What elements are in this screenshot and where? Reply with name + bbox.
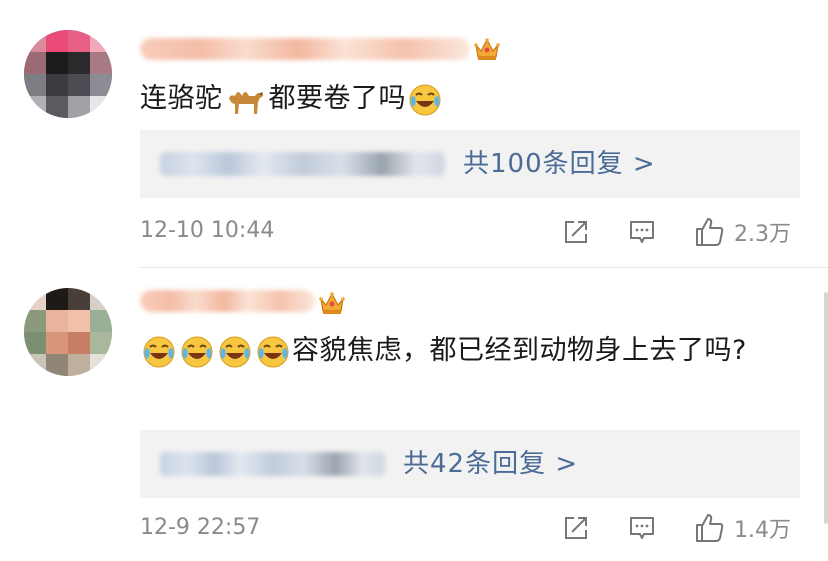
crown-badge-icon [319,292,345,314]
thumbs-up-icon [696,514,724,542]
comment-button[interactable] [628,514,656,542]
like-count: 1.4万 [734,518,791,543]
share-button[interactable] [562,218,590,246]
share-icon [565,517,587,539]
view-replies-link[interactable]: 共100条回复 > [463,147,656,181]
laugh-cry-emoji [257,336,289,367]
replies-box[interactable]: 共42条回复 > [140,430,800,498]
comment-item: 容貌焦虑，都已经到动物身上去了吗? 共42条回复 > 12-9 22:57 1.… [0,268,828,561]
laugh-cry-emoji [219,336,251,367]
crown-badge-icon [474,38,500,60]
camel-emoji [228,91,263,114]
thumbs-up-icon [696,218,724,246]
comment-text: 容貌焦虑，都已经到动物身上去了吗? [140,328,778,374]
reply-preview-blurred [160,152,445,176]
like-button[interactable]: 2.3万 [694,216,791,248]
share-icon [565,221,587,243]
avatar[interactable] [24,288,112,376]
replies-box[interactable]: 共100条回复 > [140,130,800,198]
comment-text-part: 都要卷了吗 [268,83,406,114]
comment-text-part: 连骆驼 [140,83,223,114]
comment-item: 连骆驼 都要卷了吗 共100条回复 > 12-10 10:44 2.3万 [0,0,828,267]
reply-preview-blurred [160,452,385,476]
share-button[interactable] [562,514,590,542]
like-button[interactable]: 1.4万 [694,512,791,544]
view-replies-link[interactable]: 共42条回复 > [403,447,578,481]
laugh-cry-emoji [409,84,441,115]
scrollbar-thumb[interactable] [824,292,828,524]
laugh-cry-emoji [181,336,213,367]
like-count: 2.3万 [734,222,791,247]
avatar[interactable] [24,30,112,118]
laugh-cry-emoji [143,336,175,367]
comment-icon [630,517,654,539]
comment-button[interactable] [628,218,656,246]
username-blurred[interactable] [140,38,470,60]
comment-text-part: 容貌焦虑，都已经到动物身上去了吗? [292,335,747,366]
comment-text: 连骆驼 都要卷了吗 [140,76,778,122]
username-blurred[interactable] [140,290,315,312]
comment-icon [630,221,654,243]
